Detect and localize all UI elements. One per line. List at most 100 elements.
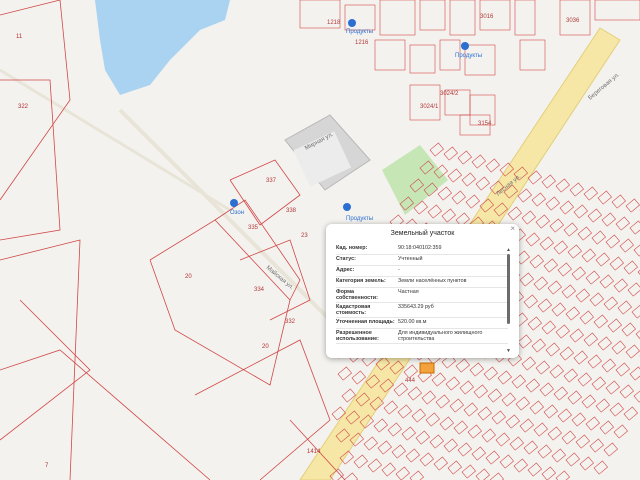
parcel-cell[interactable] — [521, 210, 536, 225]
parcel-cell[interactable] — [529, 254, 544, 269]
parcel-cell[interactable] — [613, 424, 628, 439]
parcel-cell[interactable] — [531, 192, 546, 207]
parcel-cell[interactable] — [537, 298, 552, 313]
parcel-cell[interactable] — [613, 278, 628, 293]
scroll-down-icon[interactable]: ▼ — [506, 348, 511, 354]
parcel-cell[interactable] — [429, 434, 444, 449]
parcel-cell[interactable] — [577, 372, 592, 387]
parcel-cell[interactable] — [475, 468, 490, 480]
parcel-cell[interactable] — [595, 252, 610, 267]
parcel-cell[interactable] — [565, 452, 580, 467]
parcel-cell[interactable] — [529, 400, 544, 415]
parcel-cell[interactable] — [411, 408, 426, 423]
parcel-cell[interactable] — [633, 388, 640, 403]
parcel-cell[interactable] — [575, 288, 590, 303]
parcel-cell[interactable] — [473, 384, 488, 399]
parcel-cell[interactable] — [513, 458, 528, 473]
parcel-cell[interactable] — [511, 374, 526, 389]
parcel-cell[interactable] — [439, 416, 454, 431]
parcel-cell[interactable] — [533, 276, 548, 291]
parcel-cell[interactable] — [597, 336, 612, 351]
parcel-cell[interactable] — [483, 366, 498, 381]
parcel-cell[interactable] — [633, 242, 640, 257]
parcel-cell[interactable] — [537, 444, 552, 459]
parcel-cell[interactable] — [555, 470, 570, 480]
parcel-cell[interactable] — [467, 424, 482, 439]
parcel-cell[interactable] — [377, 440, 392, 455]
parcel-cell[interactable] — [587, 354, 602, 369]
parcel-cell[interactable] — [591, 376, 606, 391]
parcel-cell[interactable] — [461, 464, 476, 479]
parcel-cell[interactable] — [561, 284, 576, 299]
parcel-cell[interactable] — [393, 382, 408, 397]
parcel-cell[interactable] — [535, 214, 550, 229]
parcel-cell[interactable] — [541, 466, 556, 480]
parcel-cell[interactable] — [553, 386, 568, 401]
parcel-cell[interactable] — [495, 432, 510, 447]
parcel-cell[interactable] — [593, 314, 608, 329]
parcel-cell[interactable] — [615, 216, 630, 231]
parcel-cell[interactable] — [589, 292, 604, 307]
parcel-cell[interactable] — [605, 234, 620, 249]
parcel-cell[interactable] — [443, 146, 458, 161]
parcel-cell[interactable] — [571, 412, 586, 427]
parcel-cell[interactable] — [559, 346, 574, 361]
parcel-cell[interactable] — [533, 422, 548, 437]
parcel-cell[interactable] — [629, 220, 640, 235]
parcel-cell[interactable] — [531, 338, 546, 353]
parcel-cell[interactable] — [481, 428, 496, 443]
parcel-cell[interactable] — [579, 456, 594, 471]
parcel-cell[interactable] — [535, 360, 550, 375]
parcel-cell[interactable] — [581, 248, 596, 263]
parcel-cell[interactable] — [615, 362, 630, 377]
parcel-cell[interactable] — [429, 142, 444, 157]
parcel-cell[interactable] — [593, 460, 608, 475]
parcel-cell[interactable] — [587, 208, 602, 223]
parcel-cell[interactable] — [621, 322, 636, 337]
parcel-cell[interactable] — [381, 462, 396, 477]
selected-parcel[interactable] — [419, 362, 435, 374]
popup-scrollbar[interactable] — [507, 254, 510, 358]
parcel-cell[interactable] — [489, 472, 504, 480]
parcel-cell[interactable] — [403, 364, 418, 379]
parcel-cell[interactable] — [501, 392, 516, 407]
poi-marker[interactable]: Продукты — [346, 19, 373, 35]
parcel-cell[interactable] — [507, 206, 522, 221]
parcel-cell[interactable] — [577, 226, 592, 241]
parcel-cell[interactable] — [499, 454, 514, 469]
parcel-cell[interactable] — [559, 200, 574, 215]
parcel-cell[interactable] — [433, 456, 448, 471]
parcel-cell[interactable] — [605, 380, 620, 395]
parcel-cell[interactable] — [573, 204, 588, 219]
parcel-cell[interactable] — [353, 454, 368, 469]
parcel-cell[interactable] — [563, 222, 578, 237]
parcel-cell[interactable] — [437, 186, 452, 201]
parcel-cell[interactable] — [547, 280, 562, 295]
parcel-cell[interactable] — [585, 416, 600, 431]
parcel-cell[interactable] — [611, 340, 626, 355]
parcel-cell[interactable] — [505, 414, 520, 429]
parcel-cell[interactable] — [603, 296, 618, 311]
parcel-cell[interactable] — [427, 204, 442, 219]
parcel-cell[interactable] — [525, 232, 540, 247]
parcel-cell[interactable] — [635, 326, 640, 341]
parcel-cell[interactable] — [431, 372, 446, 387]
parcel-cell[interactable] — [567, 390, 582, 405]
parcel-cell[interactable] — [569, 182, 584, 197]
parcel-cell[interactable] — [545, 196, 560, 211]
parcel-cell[interactable] — [589, 438, 604, 453]
parcel-cell[interactable] — [461, 172, 476, 187]
parcel-cell[interactable] — [523, 440, 538, 455]
poi-marker[interactable]: Озон — [230, 199, 244, 216]
parcel-cell[interactable] — [539, 382, 554, 397]
parcel-cell[interactable] — [491, 410, 506, 425]
parcel-cell[interactable] — [453, 420, 468, 435]
parcel-cell[interactable] — [611, 194, 626, 209]
parcel-cell[interactable] — [443, 438, 458, 453]
scrollbar-thumb[interactable] — [507, 254, 510, 324]
parcel-cell[interactable] — [539, 236, 554, 251]
parcel-cell[interactable] — [579, 310, 594, 325]
parcel-cell[interactable] — [617, 300, 632, 315]
parcel-cell[interactable] — [625, 344, 640, 359]
parcel-cell[interactable] — [521, 356, 536, 371]
